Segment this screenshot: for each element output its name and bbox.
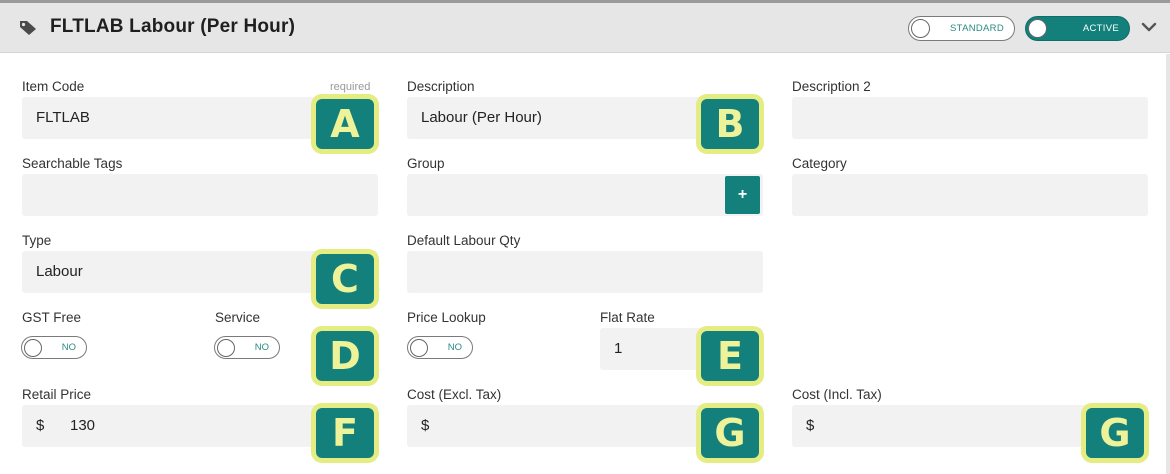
active-toggle[interactable]: ACTIVE [1025, 16, 1130, 41]
toggle-knob [24, 338, 42, 357]
type-label: Type [22, 233, 52, 248]
price-lookup-toggle-label: NO [447, 342, 462, 353]
description-value: Labour (Per Hour) [421, 109, 542, 126]
category-label: Category [792, 156, 847, 171]
description2-label: Description 2 [792, 79, 871, 94]
group-label: Group [407, 156, 445, 171]
annotation-badge-f: F [311, 403, 379, 463]
add-group-button[interactable]: + [725, 176, 760, 214]
cost-excl-label: Cost (Excl. Tax) [407, 387, 502, 402]
searchable-tags-field[interactable] [22, 174, 378, 216]
annotation-badge-c: C [311, 249, 379, 309]
annotation-badge-g: G [696, 403, 764, 463]
service-toggle-label: NO [254, 342, 269, 353]
description2-field[interactable] [792, 97, 1148, 139]
currency-symbol: $ [421, 417, 430, 434]
standard-toggle-label: STANDARD [950, 23, 1004, 34]
gst-free-label: GST Free [22, 310, 82, 325]
type-value: Labour [36, 263, 83, 280]
required-indicator: required [330, 81, 371, 93]
item-code-label: Item Code [22, 79, 85, 94]
chevron-down-icon[interactable] [1141, 21, 1157, 33]
description-label: Description [407, 79, 475, 94]
gst-free-toggle[interactable]: NO [21, 336, 87, 359]
price-lookup-label: Price Lookup [407, 310, 486, 325]
annotation-badge-a: A [311, 94, 379, 154]
flat-rate-value: 1 [614, 340, 623, 357]
searchable-tags-label: Searchable Tags [22, 156, 123, 171]
retail-price-label: Retail Price [22, 387, 92, 402]
annotation-badge-d: D [311, 326, 379, 386]
toggle-knob [911, 19, 930, 38]
service-toggle[interactable]: NO [214, 336, 280, 359]
default-labour-qty-field[interactable] [407, 251, 763, 293]
annotation-badge-b: B [696, 94, 764, 154]
toggle-knob [410, 338, 428, 357]
toggle-knob [1028, 19, 1047, 38]
item-header: FLTLAB Labour (Per Hour) STANDARD ACTIVE [0, 3, 1170, 53]
retail-price-value: 130 [70, 417, 96, 434]
annotation-badge-g: G [1081, 403, 1149, 463]
toggle-knob [217, 338, 235, 357]
group-field[interactable] [407, 174, 763, 216]
active-toggle-label: ACTIVE [1082, 23, 1119, 34]
category-field[interactable] [792, 174, 1148, 216]
service-label: Service [215, 310, 261, 325]
tag-icon [20, 21, 36, 35]
cost-incl-label: Cost (Incl. Tax) [792, 387, 882, 402]
page-title: FLTLAB Labour (Per Hour) [50, 16, 296, 37]
default-labour-qty-label: Default Labour Qty [407, 233, 521, 248]
currency-symbol: $ [806, 417, 815, 434]
panel-right-border [1166, 54, 1170, 474]
flat-rate-label: Flat Rate [600, 310, 655, 325]
standard-toggle[interactable]: STANDARD [908, 16, 1015, 41]
item-code-value: FLTLAB [36, 109, 90, 126]
currency-symbol: $ [36, 417, 45, 434]
annotation-badge-e: E [696, 326, 764, 386]
gst-free-toggle-label: NO [61, 342, 76, 353]
price-lookup-toggle[interactable]: NO [407, 336, 473, 359]
